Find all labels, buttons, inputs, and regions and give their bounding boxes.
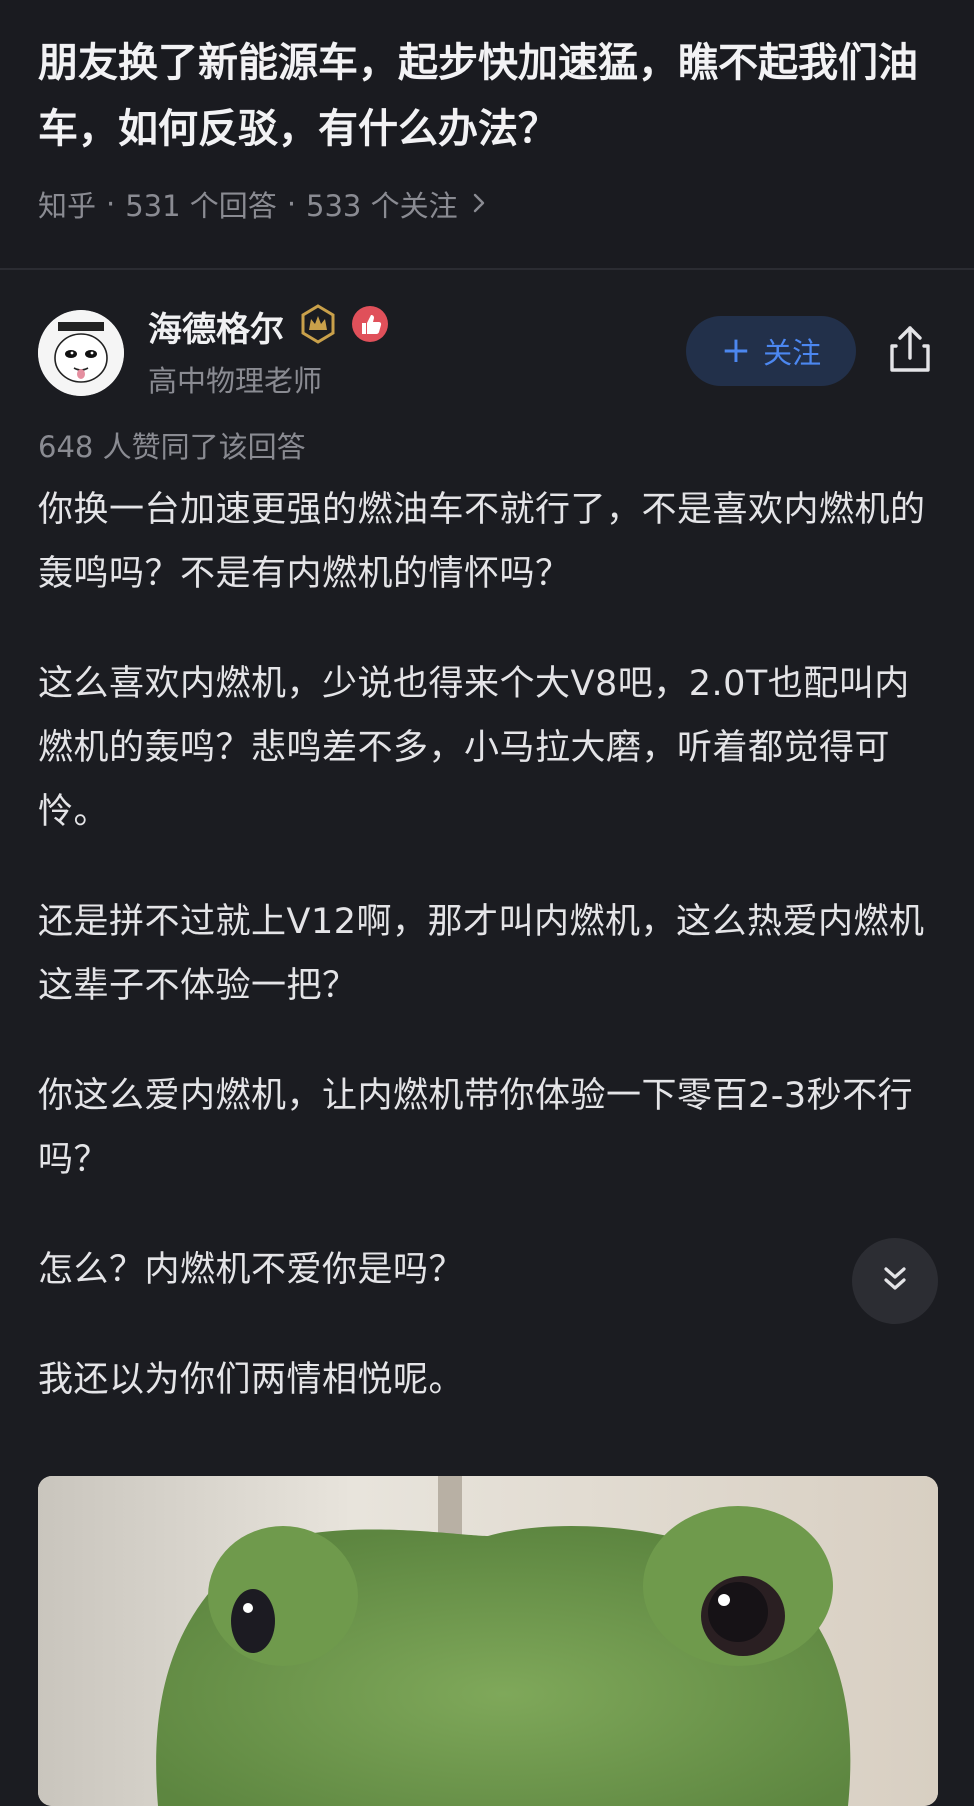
answer-paragraph: 你换一台加速更强的燃油车不就行了，不是喜欢内燃机的轰鸣吗？不是有内燃机的情怀吗？	[38, 490, 926, 594]
answer-paragraph: 怎么？内燃机不爱你是吗？	[38, 1250, 465, 1290]
follow-label: 关注	[763, 336, 822, 370]
answers-count: 531 个回答	[125, 189, 277, 223]
answer-paragraph: 我还以为你们两情相悦呢。	[38, 1360, 465, 1400]
question-meta[interactable]: 知乎 · 531 个回答 · 533 个关注	[38, 183, 486, 225]
source-label: 知乎	[38, 189, 97, 223]
question-header: 朋友换了新能源车，起步快加速猛，瞧不起我们油车，如何反驳，有什么办法？ 知乎 ·…	[0, 0, 974, 268]
followers-count: 533 个关注	[306, 189, 458, 223]
author-name[interactable]: 海德格尔	[148, 302, 284, 351]
share-icon[interactable]	[880, 320, 940, 380]
vote-count: 648 人赞同了该回答	[38, 430, 306, 464]
answer-paragraph: 你这么爱内燃机，让内燃机带你体验一下零百2-3秒不行吗？	[38, 1076, 914, 1180]
answer-image[interactable]	[38, 1476, 938, 1806]
thumbs-up-badge-icon[interactable]	[350, 304, 390, 344]
scroll-down-button[interactable]	[852, 1238, 938, 1324]
author-row: 海德格尔 高中物理老师 + 关注	[0, 290, 974, 410]
follow-button[interactable]: + 关注	[686, 316, 856, 386]
avatar[interactable]	[38, 310, 124, 396]
section-divider	[0, 268, 974, 270]
separator-dot: ·	[286, 187, 297, 221]
chevron-right-icon[interactable]	[472, 187, 486, 222]
plus-icon: +	[720, 330, 752, 371]
crown-badge-icon[interactable]	[298, 304, 338, 344]
answer-paragraph: 还是拼不过就上V12啊，那才叫内燃机，这么热爱内燃机这辈子不体验一把？	[38, 902, 925, 1006]
question-title[interactable]: 朋友换了新能源车，起步快加速猛，瞧不起我们油车，如何反驳，有什么办法？	[38, 30, 938, 162]
answer-body: 你换一台加速更强的燃油车不就行了，不是喜欢内燃机的轰鸣吗？不是有内燃机的情怀吗？…	[38, 478, 938, 1458]
double-chevron-down-icon	[880, 1264, 910, 1298]
separator-dot: ·	[106, 187, 116, 221]
author-bio: 高中物理老师	[148, 364, 323, 398]
answer-paragraph: 这么喜欢内燃机，少说也得来个大V8吧，2.0T也配叫内燃机的轰鸣？悲鸣差不多，小…	[38, 664, 910, 832]
